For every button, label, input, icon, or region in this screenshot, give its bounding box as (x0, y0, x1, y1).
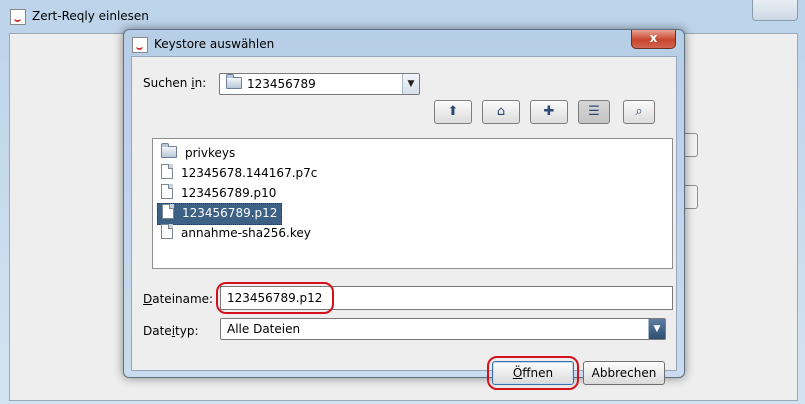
filename-label: Dateiname: (143, 292, 214, 306)
chevron-down-icon[interactable]: ▼ (648, 319, 665, 339)
file-icon (161, 164, 173, 179)
file-list-item[interactable]: 12345678.144167.p7c (157, 163, 321, 183)
new-folder-button[interactable]: ✚ (530, 100, 568, 124)
file-list-item[interactable]: privkeys (157, 143, 239, 163)
parent-browse-button[interactable] (683, 133, 698, 157)
file-name: 123456789.p12 (182, 206, 278, 220)
dialog-title: Keystore auswählen (132, 35, 274, 53)
look-in-label: Suchen in: (143, 76, 207, 90)
file-name: annahme-sha256.key (181, 226, 311, 240)
file-icon (162, 204, 174, 219)
home-icon: ⌂ (496, 104, 506, 119)
close-icon: x (649, 31, 658, 45)
list-view-button[interactable]: ☰ (578, 100, 610, 124)
file-list[interactable]: privkeys 12345678.144167.p7c 123456789.p10… (152, 138, 673, 269)
new-folder-icon: ✚ (543, 104, 555, 119)
up-one-level-button[interactable]: ⬆ (434, 100, 472, 124)
open-button[interactable]: Öffnen (492, 361, 574, 385)
java-icon (10, 8, 26, 25)
parent-window-title-text: Zert-Reqly einlesen (32, 9, 149, 23)
parent-window-title: Zert-Reqly einlesen (10, 6, 149, 26)
dialog-close-button[interactable]: x (631, 30, 676, 49)
filetype-label: Dateityp: (143, 324, 199, 338)
list-view-icon: ☰ (588, 104, 600, 119)
details-view-icon: ⌕ (635, 104, 643, 119)
file-name: 123456789.p10 (181, 186, 277, 200)
look-in-value: 123456789 (247, 77, 316, 91)
file-icon (161, 224, 173, 239)
parent-browse-button-2[interactable] (683, 185, 698, 209)
look-in-combo[interactable]: 123456789 ▼ (219, 73, 420, 95)
home-button[interactable]: ⌂ (482, 100, 520, 124)
chevron-down-icon[interactable]: ▼ (402, 74, 419, 94)
folder-icon (226, 74, 242, 89)
keystore-dialog: Keystore auswählen x Suchen in: 12345678… (123, 29, 685, 390)
filetype-combo[interactable]: Alle Dateien ▼ (220, 318, 666, 340)
file-list-item[interactable]: annahme-sha256.key (157, 223, 315, 243)
file-name: privkeys (185, 146, 236, 160)
file-icon (161, 184, 173, 199)
details-view-button[interactable]: ⌕ (623, 100, 655, 124)
file-list-item[interactable]: 123456789.p12 (157, 203, 283, 225)
cancel-button[interactable]: Abbrechen (583, 361, 665, 385)
filetype-value: Alle Dateien (227, 322, 301, 336)
dialog-title-text: Keystore auswählen (154, 37, 275, 51)
java-icon (132, 36, 148, 53)
folder-icon (161, 143, 177, 158)
file-name: 12345678.144167.p7c (181, 166, 318, 180)
folder-up-icon: ⬆ (447, 104, 459, 119)
parent-close-button[interactable] (752, 0, 798, 21)
file-list-item[interactable]: 123456789.p10 (157, 183, 280, 203)
dialog-body: Suchen in: 123456789 ▼ ⬆ ⌂ ✚ ☰ ⌕ privkeys 123… (131, 56, 677, 390)
filename-input[interactable] (220, 286, 673, 310)
